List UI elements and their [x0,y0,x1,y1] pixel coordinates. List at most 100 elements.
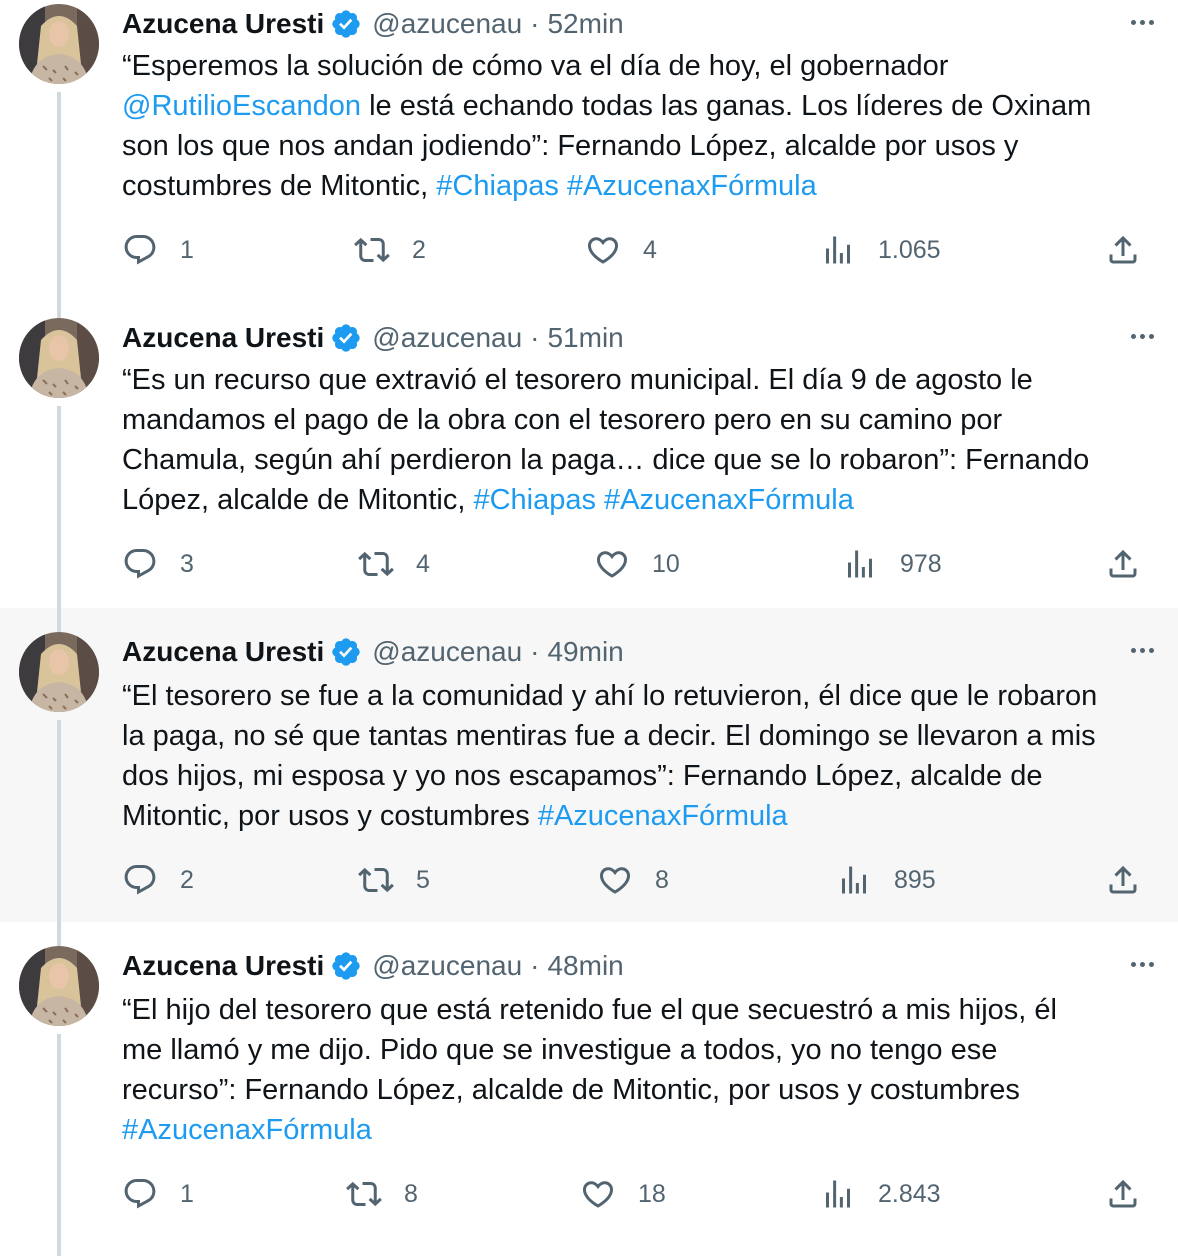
mention-link[interactable]: @RutilioEscandon [122,90,361,122]
hashtag-link[interactable]: #AzucenaxFórmula [559,170,817,202]
author-name[interactable]: Azucena Uresti [122,636,324,668]
share-icon[interactable] [1105,1176,1141,1212]
like-button[interactable]: 8 [597,858,669,902]
views-count: 895 [894,865,936,894]
retweet-count: 8 [404,1179,418,1208]
like-icon [585,232,621,268]
author-handle[interactable]: @azucenau [372,636,522,668]
tweet[interactable]: Azucena Uresti @azucenau · 51min “Es un … [0,314,1178,628]
reply-button[interactable]: 3 [122,542,194,586]
reply-button[interactable]: 1 [122,228,194,272]
avatar[interactable] [19,946,99,1026]
views-button[interactable]: 2.843 [820,1172,941,1216]
text-line: “Es un recurso que extravió el tesorero … [122,364,1033,396]
text-line: recurso”: Fernando López, alcalde de Mit… [122,1074,1020,1106]
text-line: costumbres de Mitontic, #Chiapas #Azucen… [122,166,1162,206]
verified-badge-icon [330,322,362,354]
retweet-icon [346,1176,382,1212]
views-button[interactable]: 1.065 [820,228,941,272]
text-line: López, alcalde de Mitontic, #Chiapas #Az… [122,480,1162,520]
hashtag-link[interactable]: #Chiapas [436,170,559,202]
tweet-header: Azucena Uresti @azucenau · 52min [122,4,624,44]
views-button[interactable]: 978 [842,542,942,586]
more-icon[interactable] [1124,636,1160,664]
reply-button[interactable]: 1 [122,1172,194,1216]
reply-button[interactable]: 2 [122,858,194,902]
text-line: me llamó y me dijo. Pido que se investig… [122,1034,998,1066]
retweet-icon [354,232,390,268]
retweet-button[interactable]: 8 [346,1172,418,1216]
thread-line [57,92,61,314]
tweet-header: Azucena Uresti @azucenau · 51min [122,318,624,358]
avatar[interactable] [19,318,99,398]
reply-count: 2 [180,865,194,894]
views-icon [820,1176,856,1212]
more-icon[interactable] [1124,950,1160,978]
retweet-button[interactable]: 5 [358,858,430,902]
thread-line [57,1034,61,1256]
retweet-button[interactable]: 2 [354,228,426,272]
verified-badge-icon [330,950,362,982]
author-name[interactable]: Azucena Uresti [122,322,324,354]
tweet-text: “Esperemos la solución de cómo va el día… [122,46,1162,206]
share-icon[interactable] [1105,546,1141,582]
tweet[interactable]: Azucena Uresti @azucenau · 48min “El hij… [0,922,1178,1256]
text-fragment: costumbres de Mitontic, [122,170,437,202]
hashtag-link[interactable]: #AzucenaxFórmula [538,800,788,832]
views-icon [820,232,856,268]
avatar[interactable] [19,632,99,712]
hashtag-link[interactable]: #AzucenaxFórmula [596,484,854,516]
timestamp[interactable]: 48min [547,950,623,982]
reply-icon [122,1176,158,1212]
timestamp[interactable]: 52min [547,8,623,40]
hashtag-link[interactable]: #Chiapas [473,484,596,516]
timestamp[interactable]: 49min [547,636,623,668]
retweet-count: 4 [416,549,430,578]
like-count: 8 [655,865,669,894]
views-icon [836,862,872,898]
more-icon[interactable] [1124,322,1160,350]
verified-badge-icon [330,636,362,668]
text-line: “Esperemos la solución de cómo va el día… [122,50,949,82]
like-count: 10 [652,549,680,578]
views-count: 2.843 [878,1179,941,1208]
views-count: 978 [900,549,942,578]
like-button[interactable]: 18 [580,1172,666,1216]
like-count: 4 [643,235,657,264]
tweet-header: Azucena Uresti @azucenau · 49min [122,632,624,672]
share-icon[interactable] [1105,232,1141,268]
timestamp[interactable]: 51min [547,322,623,354]
like-button[interactable]: 10 [594,542,680,586]
tweet-header: Azucena Uresti @azucenau · 48min [122,946,624,986]
author-name[interactable]: Azucena Uresti [122,950,324,982]
hashtag-link[interactable]: #AzucenaxFórmula [122,1114,372,1146]
reply-count: 3 [180,549,194,578]
author-name[interactable]: Azucena Uresti [122,8,324,40]
separator: · [530,8,540,39]
author-handle[interactable]: @azucenau [372,322,522,354]
tweet[interactable]: Azucena Uresti @azucenau · 49min “El tes… [0,608,1178,922]
more-icon[interactable] [1124,8,1160,36]
like-button[interactable]: 4 [585,228,657,272]
action-bar: 3 4 10 978 [0,542,1178,586]
author-handle[interactable]: @azucenau [372,950,522,982]
reply-count: 1 [180,235,194,264]
thread-line [57,922,61,946]
retweet-button[interactable]: 4 [358,542,430,586]
text-line: “El hijo del tesorero que está retenido … [122,994,1057,1026]
tweet-text: “Es un recurso que extravió el tesorero … [122,360,1162,520]
action-bar: 1 8 18 2.843 [0,1172,1178,1216]
reply-count: 1 [180,1179,194,1208]
thread-line [57,608,61,632]
views-button[interactable]: 895 [836,858,936,902]
text-line: “El tesorero se fue a la comunidad y ahí… [122,680,1098,712]
author-handle[interactable]: @azucenau [372,8,522,40]
tweet-text: “El tesorero se fue a la comunidad y ahí… [122,676,1162,836]
action-bar: 1 2 4 1.065 [0,228,1178,272]
share-icon[interactable] [1105,862,1141,898]
action-bar: 2 5 8 895 [0,858,1178,902]
tweet-text: “El hijo del tesorero que está retenido … [122,990,1162,1150]
avatar[interactable] [19,4,99,84]
tweet[interactable]: Azucena Uresti @azucenau · 52min “Espere… [0,0,1178,314]
reply-icon [122,546,158,582]
